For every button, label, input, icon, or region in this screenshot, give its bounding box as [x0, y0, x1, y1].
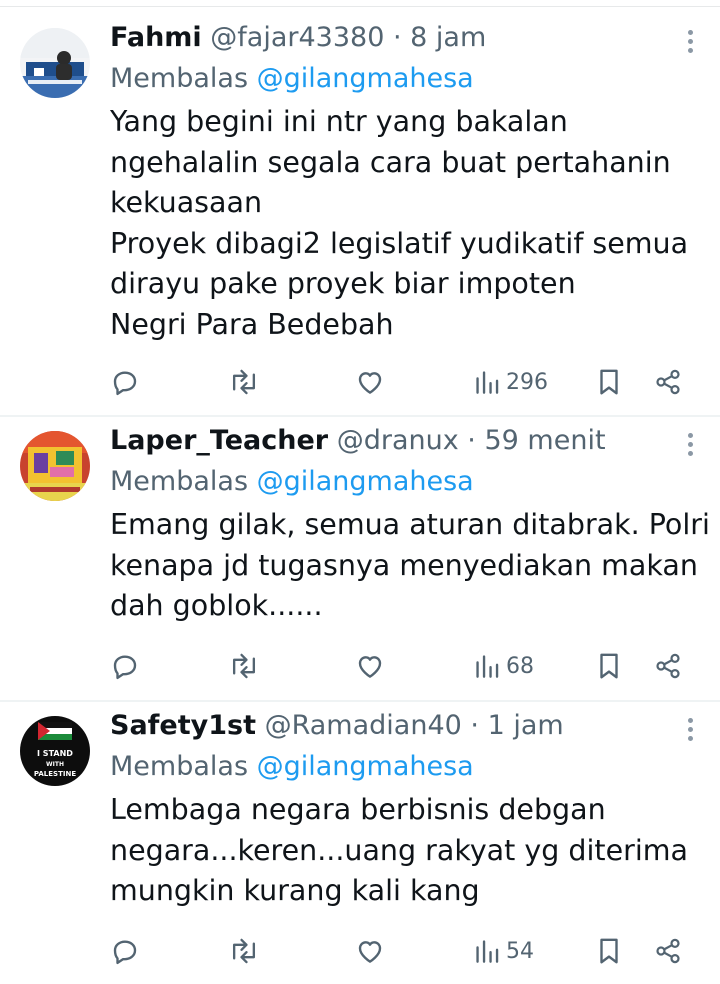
share-button[interactable] [654, 646, 682, 686]
tweet-text-line: Negri Para Bedebah [110, 307, 394, 341]
avatar[interactable]: I STAND WITH PALESTINE [20, 716, 90, 786]
avatar[interactable] [20, 431, 90, 501]
mention-link[interactable]: @gilangmahesa [257, 751, 474, 782]
reply-button[interactable] [110, 362, 140, 402]
share-icon [656, 369, 680, 395]
tweet-text-line: Emang gilak, semua aturan ditabrak. Polr… [110, 508, 710, 541]
tweet-text-line: kenapa jd tugasnya menyediakan makan [110, 548, 698, 582]
avatar-image [20, 28, 90, 98]
like-button[interactable] [355, 362, 385, 402]
user-handle[interactable]: @Ramadian40 [265, 710, 462, 741]
reply-icon [113, 655, 137, 680]
retweet-icon [232, 369, 256, 395]
tweet-text-line: negara...keren...uang rakyat yg diterima [110, 833, 688, 867]
retweet-button[interactable] [228, 931, 260, 971]
tweet-reply[interactable]: Laper_Teacher @dranux · 59 menit Membala… [0, 417, 720, 701]
tweet-text-line: Yang begini ini ntr yang bakalan [110, 105, 568, 138]
like-icon [358, 372, 382, 394]
separator-dot: · [470, 710, 479, 741]
views-button[interactable]: 68 [474, 646, 534, 686]
like-icon [358, 941, 382, 963]
tweet-header: Fahmi @fajar43380 · 8 jam [110, 18, 486, 58]
views-button[interactable]: 54 [474, 931, 534, 971]
tweet-text-line: dirayu pake proyek biar impoten [110, 267, 576, 300]
tweet-text: Yang begini ini ntr yang bakalan ngehala… [110, 102, 710, 345]
reply-button[interactable] [110, 646, 140, 686]
tweet-text-line: Lembaga negara berbisnis debgan [110, 793, 606, 826]
user-handle[interactable]: @fajar43380 [210, 22, 384, 53]
tweet-text-line: ngehalalin segala cara buat pertahanin [110, 145, 671, 179]
tweet-text: Emang gilak, semua aturan ditabrak. Polr… [110, 505, 710, 627]
retweet-icon [232, 653, 256, 679]
separator-dot: · [392, 22, 402, 53]
bookmark-icon [600, 369, 618, 395]
display-name[interactable]: Laper_Teacher [110, 425, 328, 456]
avatar-text: WITH [46, 761, 64, 768]
views-icon [476, 940, 499, 963]
timestamp[interactable]: 8 jam [410, 22, 486, 53]
mention-link[interactable]: @gilangmahesa [257, 466, 474, 497]
replying-to: Membalas @gilangmahesa [110, 462, 474, 502]
display-name[interactable]: Fahmi [110, 22, 202, 53]
tweet-text-line: dah goblok...... [110, 589, 323, 622]
timestamp[interactable]: 59 menit [484, 425, 605, 456]
action-bar: 296 [0, 362, 720, 402]
reply-icon [113, 940, 137, 965]
share-button[interactable] [654, 362, 682, 402]
mention-link[interactable]: @gilangmahesa [257, 63, 474, 94]
tweet-header: Laper_Teacher @dranux · 59 menit [110, 421, 606, 461]
separator-dot: · [467, 425, 476, 456]
share-icon [656, 653, 680, 679]
avatar-image: I STAND WITH PALESTINE [20, 716, 90, 786]
replying-to-label: Membalas [110, 63, 249, 94]
replying-to: Membalas @gilangmahesa [110, 59, 474, 99]
tweet-header: Safety1st @Ramadian40 · 1 jam [110, 706, 564, 746]
more-icon[interactable] [686, 718, 694, 748]
view-count: 68 [506, 653, 534, 679]
bookmark-button[interactable] [596, 931, 622, 971]
share-icon [656, 938, 680, 964]
reply-icon [113, 371, 137, 396]
replying-to-label: Membalas [110, 751, 249, 782]
tweet-text-line: mungkin kurang kali kang [110, 874, 480, 907]
avatar[interactable] [20, 28, 90, 98]
action-bar: 68 [0, 646, 720, 686]
tweet-reply[interactable]: Fahmi @fajar43380 · 8 jam Membalas @gila… [0, 14, 720, 416]
tweet-reply[interactable]: I STAND WITH PALESTINE Safety1st @Ramadi… [0, 702, 720, 984]
action-bar: 54 [0, 931, 720, 971]
more-icon[interactable] [686, 433, 694, 463]
more-icon[interactable] [686, 30, 694, 60]
bookmark-button[interactable] [596, 646, 622, 686]
like-button[interactable] [355, 646, 385, 686]
retweet-button[interactable] [228, 362, 260, 402]
tweet-text-line: kekuasaan [110, 186, 263, 219]
tweet-text-line: Proyek dibagi2 legislatif yudikatif semu… [110, 226, 689, 260]
views-button[interactable]: 296 [474, 362, 548, 402]
replying-to-label: Membalas [110, 466, 249, 497]
display-name[interactable]: Safety1st [110, 710, 256, 741]
tweet-text: Lembaga negara berbisnis debgan negara..… [110, 790, 710, 912]
views-icon [476, 655, 499, 678]
views-icon [476, 371, 499, 394]
avatar-text: I STAND [37, 749, 73, 758]
retweet-icon [232, 938, 256, 964]
view-count: 296 [506, 369, 548, 395]
reply-button[interactable] [110, 931, 140, 971]
like-icon [358, 656, 382, 678]
user-handle[interactable]: @dranux [337, 425, 459, 456]
view-count: 54 [506, 938, 534, 964]
top-divider [0, 6, 720, 7]
avatar-image [20, 431, 90, 501]
timestamp[interactable]: 1 jam [488, 710, 564, 741]
bookmark-icon [600, 938, 618, 964]
avatar-text: PALESTINE [34, 770, 76, 778]
retweet-button[interactable] [228, 646, 260, 686]
bookmark-icon [600, 653, 618, 679]
share-button[interactable] [654, 931, 682, 971]
replying-to: Membalas @gilangmahesa [110, 747, 474, 787]
bookmark-button[interactable] [596, 362, 622, 402]
like-button[interactable] [355, 931, 385, 971]
